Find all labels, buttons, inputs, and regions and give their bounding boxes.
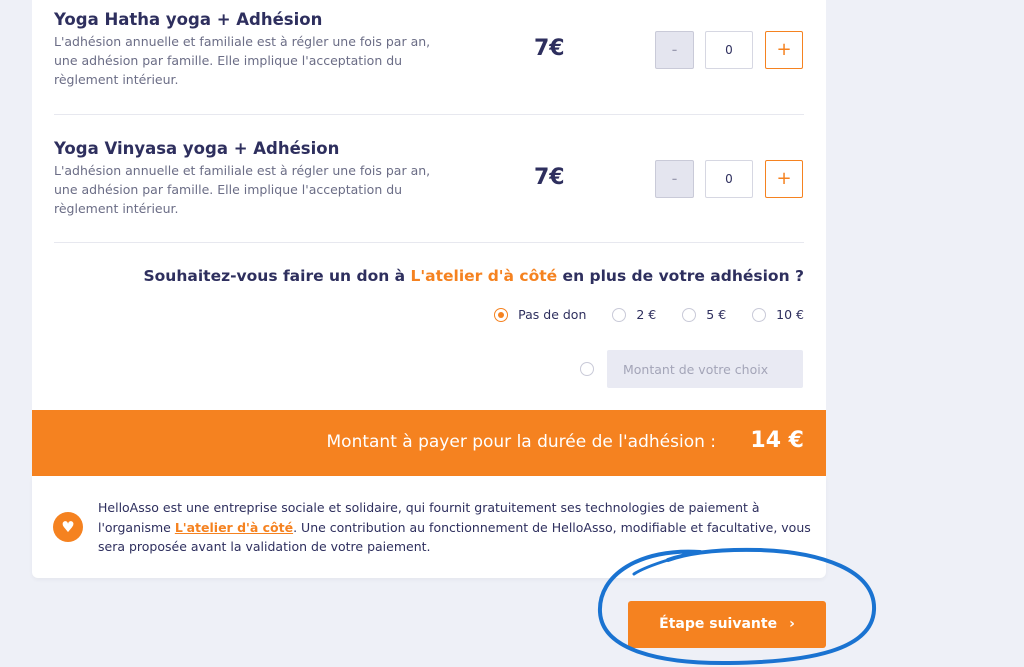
chevron-right-icon: ›	[789, 616, 795, 632]
donation-option-5[interactable]: 5 €	[682, 307, 726, 322]
item-divider	[54, 114, 804, 115]
increment-button[interactable]: +	[765, 31, 803, 69]
product-description: L'adhésion annuelle et familiale est à r…	[54, 163, 431, 216]
product-title: Yoga Vinyasa yoga + Adhésion	[54, 139, 340, 158]
item-divider	[54, 242, 804, 243]
donation-custom-row	[580, 350, 804, 388]
radio-button-checked[interactable]	[494, 307, 509, 322]
donation-option-label: Pas de don	[518, 307, 587, 322]
product-item-vinyasa: Yoga Vinyasa yoga + Adhésion L'adhésion …	[54, 139, 804, 218]
quantity-stepper: - 0 +	[655, 160, 805, 198]
custom-amount-input[interactable]	[607, 350, 803, 388]
donation-question: Souhaitez-vous faire un don à L'atelier …	[144, 267, 805, 285]
product-title: Yoga Hatha yoga + Adhésion	[54, 10, 323, 29]
total-amount: 14 €	[750, 428, 804, 453]
product-list-card: Yoga Hatha yoga + Adhésion L'adhésion an…	[32, 0, 826, 410]
quantity-stepper: - 0 +	[655, 31, 805, 69]
radio-button-custom[interactable]	[580, 362, 594, 376]
increment-button[interactable]: +	[765, 160, 803, 198]
radio-button[interactable]	[612, 307, 627, 322]
decrement-button[interactable]: -	[655, 160, 694, 198]
donation-question-text-end: en plus de votre adhésion ?	[557, 267, 804, 285]
heart-icon: ♥	[53, 512, 83, 542]
organization-link[interactable]: L'atelier d'à côté	[175, 520, 293, 535]
radio-button[interactable]	[752, 307, 767, 322]
donation-option-label: 10 €	[776, 307, 804, 322]
product-price: 7€	[534, 165, 565, 190]
donation-option-none[interactable]: Pas de don	[494, 307, 586, 322]
donation-org-name: L'atelier d'à côté	[410, 267, 558, 285]
donation-question-text: Souhaitez-vous faire un don à	[143, 267, 411, 285]
product-description: L'adhésion annuelle et familiale est à r…	[54, 34, 431, 87]
total-label: Montant à payer pour la durée de l'adhés…	[326, 432, 717, 452]
quantity-field[interactable]: 0	[705, 31, 753, 69]
donation-option-2[interactable]: 2 €	[612, 307, 656, 322]
radio-button[interactable]	[682, 307, 697, 322]
donation-option-label: 5 €	[706, 307, 727, 322]
quantity-field[interactable]: 0	[705, 160, 753, 198]
donation-options: Pas de don 2 € 5 € 10 €	[494, 307, 804, 322]
donation-option-label: 2 €	[636, 307, 657, 322]
helloasso-info-text: HelloAsso est une entreprise sociale et …	[98, 498, 813, 557]
donation-option-10[interactable]: 10 €	[752, 307, 804, 322]
helloasso-info-card: ♥ HelloAsso est une entreprise sociale e…	[32, 476, 826, 578]
decrement-button[interactable]: -	[655, 31, 694, 69]
total-bar: Montant à payer pour la durée de l'adhés…	[32, 410, 826, 476]
next-step-label: Étape suivante	[659, 616, 778, 632]
product-item-hatha: Yoga Hatha yoga + Adhésion L'adhésion an…	[54, 10, 804, 89]
next-step-button[interactable]: Étape suivante ›	[628, 601, 826, 648]
product-price: 7€	[534, 36, 565, 61]
